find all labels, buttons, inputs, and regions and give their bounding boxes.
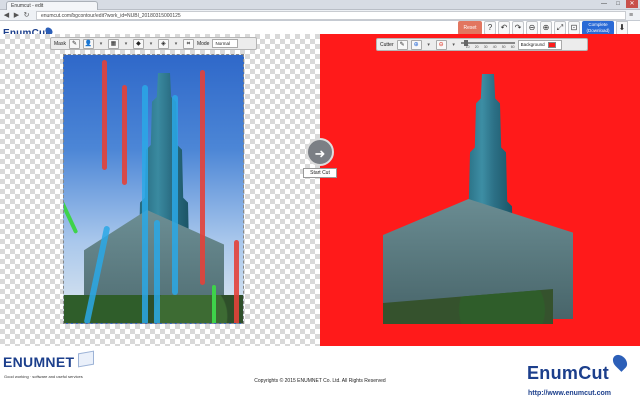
zoom-out-icon[interactable]: ⊖ xyxy=(526,21,538,35)
slider-tick: 30 xyxy=(483,45,488,49)
mode-label: Mode xyxy=(196,40,210,47)
cutter-toolbar: Cutter ✎ ⊕ ▾ ⊖ ▾ 10 20 30 40 50 60 Backgro… xyxy=(376,38,588,51)
maximize-button[interactable]: □ xyxy=(612,0,624,8)
cube-logo-icon xyxy=(78,350,94,368)
background-stroke xyxy=(122,85,127,185)
background-select[interactable]: Background xyxy=(517,39,562,50)
slider-tick: 10 xyxy=(465,45,470,49)
slider-tick: 50 xyxy=(501,45,506,49)
slider-tick: 40 xyxy=(492,45,497,49)
footer: ENUMNET Good working · software and usef… xyxy=(0,346,640,404)
start-cut-label: Start Cut xyxy=(303,168,337,178)
background-stroke xyxy=(200,70,205,285)
undo-icon[interactable]: ↶ xyxy=(498,21,510,35)
eraser-icon[interactable]: ◆ xyxy=(132,38,144,49)
slider-track xyxy=(460,42,515,44)
complete-button[interactable]: Complete (Download) xyxy=(582,21,614,35)
forward-icon[interactable]: ▶ xyxy=(12,11,21,20)
reload-icon[interactable]: ↻ xyxy=(22,11,31,20)
slider-tick: 60 xyxy=(510,45,515,49)
mask-toolbar: Mask ✎ 👤 ▾ ▦ ▾ ◆ ▾ ◈ ▾ ⌗ Mode Normal xyxy=(50,37,257,50)
reset-button[interactable]: Reset xyxy=(458,21,482,35)
background-stroke xyxy=(234,240,239,323)
close-button[interactable]: ✕ xyxy=(626,0,638,8)
foreground-stroke xyxy=(172,95,178,295)
background-stroke xyxy=(102,60,107,170)
address-row: ◀ ▶ ↻ enumcut.com/bgcontour/edit?work_id… xyxy=(0,10,640,21)
window-controls: — □ ✕ xyxy=(598,0,638,8)
chevron-down-icon[interactable]: ▾ xyxy=(97,39,105,49)
mask-canvas-panel[interactable]: Mask ✎ 👤 ▾ ▦ ▾ ◆ ▾ ◈ ▾ ⌗ Mode Normal xyxy=(0,34,320,346)
fit-screen-icon[interactable]: ⤢ xyxy=(554,21,566,35)
crop-icon[interactable]: ⌗ xyxy=(182,38,194,49)
top-toolbar: Reset ? ↶ ↷ ⊖ ⊕ ⤢ ⊡ Complete (Download) … xyxy=(458,21,628,35)
help-icon[interactable]: ? xyxy=(484,21,496,35)
slider-tick: 20 xyxy=(474,45,479,49)
result-canvas-panel[interactable]: Cutter ✎ ⊕ ▾ ⊖ ▾ 10 20 30 40 50 60 Backgro… xyxy=(320,34,640,346)
chevron-down-icon[interactable]: ▾ xyxy=(425,40,433,50)
menu-icon[interactable]: ≡ xyxy=(629,11,637,20)
redo-icon[interactable]: ↷ xyxy=(512,21,524,35)
browser-tab-strip: Enumcut - edit — □ ✕ xyxy=(0,0,640,10)
feather-slider[interactable]: 10 20 30 40 50 60 xyxy=(460,40,515,49)
logo-drop-icon xyxy=(610,352,630,372)
chevron-down-icon[interactable]: ▾ xyxy=(147,39,155,49)
edge-stroke xyxy=(64,196,79,234)
cutter-label: Cutter xyxy=(380,41,394,48)
back-icon[interactable]: ◀ xyxy=(2,11,11,20)
foreground-stroke xyxy=(154,220,160,323)
enumnet-logo[interactable]: ENUMNET xyxy=(3,354,74,370)
address-bar[interactable]: enumcut.com/bgcontour/edit?work_id=NUBI_… xyxy=(36,11,626,20)
download-icon[interactable]: ⬇ xyxy=(616,21,628,35)
pen-icon[interactable]: ✎ xyxy=(68,38,80,49)
zoom-area-icon[interactable]: ⊡ xyxy=(568,21,580,35)
zoom-in-icon[interactable]: ⊕ xyxy=(540,21,552,35)
background-color-swatch[interactable] xyxy=(547,41,556,48)
mask-label: Mask xyxy=(54,40,66,47)
background-brush-icon[interactable]: ▦ xyxy=(107,38,119,49)
fill-icon[interactable]: ◈ xyxy=(157,38,169,49)
slider-ticks: 10 20 30 40 50 60 xyxy=(461,45,515,49)
cutout-result xyxy=(378,74,578,324)
start-cut-button[interactable]: ➜ xyxy=(306,138,334,166)
chevron-down-icon[interactable]: ▾ xyxy=(172,39,180,49)
pen-icon[interactable]: ✎ xyxy=(396,39,408,50)
minimize-button[interactable]: — xyxy=(598,0,610,8)
source-photo[interactable] xyxy=(63,54,244,324)
chevron-down-icon[interactable]: ▾ xyxy=(122,39,130,49)
background-label: Background xyxy=(520,42,545,47)
browser-tab[interactable]: Enumcut - edit xyxy=(6,1,98,10)
foreground-stroke xyxy=(142,85,148,323)
mode-select[interactable]: Normal xyxy=(212,39,239,48)
footer-url-link[interactable]: http://www.enumcut.com xyxy=(528,390,611,397)
enumcut-footer-logo[interactable]: EnumCut xyxy=(527,363,609,384)
chevron-down-icon[interactable]: ▾ xyxy=(450,40,458,50)
person-icon[interactable]: 👤 xyxy=(82,38,94,49)
tab-title: Enumcut - edit xyxy=(11,3,44,9)
remove-circle-icon[interactable]: ⊖ xyxy=(435,39,447,50)
edge-stroke xyxy=(212,285,216,323)
add-circle-icon[interactable]: ⊕ xyxy=(410,39,422,50)
